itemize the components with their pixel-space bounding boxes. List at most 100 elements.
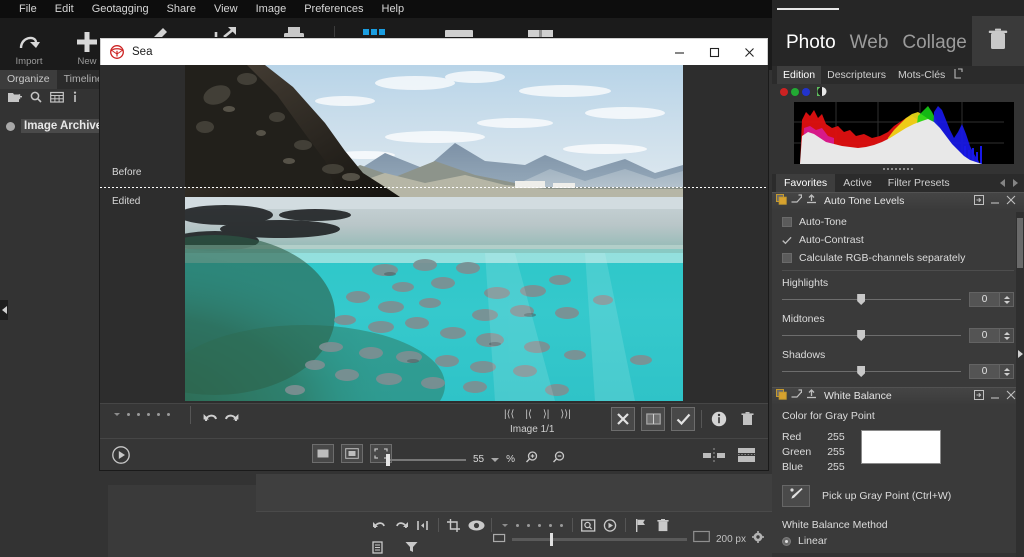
tab-mots-cles[interactable]: Mots-Clés bbox=[892, 66, 951, 84]
add-folder-icon[interactable] bbox=[8, 90, 22, 108]
slideshow-play-button[interactable] bbox=[110, 445, 132, 465]
luminance-toggle-icon[interactable] bbox=[817, 83, 831, 101]
viewer-info-button[interactable] bbox=[708, 409, 730, 429]
reject-cross-button[interactable] bbox=[611, 407, 635, 431]
menu-item-share[interactable]: Share bbox=[158, 0, 205, 18]
rating-dot[interactable] bbox=[147, 413, 150, 416]
compare-button[interactable] bbox=[641, 407, 665, 431]
save-preset-icon[interactable] bbox=[806, 192, 817, 210]
menu-item-view[interactable]: View bbox=[205, 0, 247, 18]
viewer-redo-button[interactable] bbox=[220, 408, 242, 428]
viewer-title-bar[interactable]: Sea bbox=[100, 38, 768, 65]
nav-first-button[interactable]: |⟨⟨ bbox=[504, 409, 514, 420]
slider-knob[interactable] bbox=[857, 366, 866, 377]
thumbnail-strip[interactable] bbox=[256, 474, 772, 516]
expand-icon[interactable] bbox=[974, 192, 984, 210]
close-icon[interactable] bbox=[1006, 387, 1016, 405]
calendar-icon[interactable] bbox=[50, 90, 64, 108]
menu-item-preferences[interactable]: Preferences bbox=[295, 0, 372, 18]
paste-settings-icon[interactable] bbox=[791, 192, 803, 210]
stepper-down-icon[interactable] bbox=[1003, 300, 1010, 304]
stepper-arrows[interactable] bbox=[1000, 328, 1014, 343]
chevron-right-icon[interactable] bbox=[1013, 179, 1018, 187]
zoom-out-icon[interactable] bbox=[552, 450, 566, 469]
fit-actual-button[interactable] bbox=[341, 444, 363, 463]
zoom-value[interactable]: 55 bbox=[473, 454, 484, 465]
rating-dot[interactable] bbox=[137, 413, 140, 416]
rating-dot[interactable] bbox=[157, 413, 160, 416]
thumbnail-size-slider[interactable] bbox=[511, 532, 687, 546]
highlights-value[interactable]: 0 bbox=[969, 292, 1000, 307]
red-channel-dot[interactable] bbox=[780, 88, 788, 96]
filter-header[interactable]: White Balance bbox=[772, 387, 1024, 404]
linear-radio[interactable] bbox=[782, 536, 791, 546]
large-thumb-icon[interactable] bbox=[693, 530, 710, 548]
redo-button[interactable] bbox=[390, 516, 412, 534]
close-button[interactable] bbox=[732, 39, 767, 66]
stepper-up-icon[interactable] bbox=[1003, 295, 1010, 299]
checkbox-row-auto-contrast[interactable]: Auto-Contrast bbox=[782, 234, 1014, 246]
slider-knob[interactable] bbox=[386, 453, 390, 466]
minimize-button[interactable] bbox=[662, 39, 697, 66]
copy-settings-icon[interactable] bbox=[776, 192, 787, 210]
copy-settings-icon[interactable] bbox=[776, 387, 787, 405]
zoom-in-icon[interactable] bbox=[525, 450, 539, 469]
minimize-icon[interactable] bbox=[990, 192, 1000, 210]
menu-item-help[interactable]: Help bbox=[373, 0, 414, 18]
stepper-down-icon[interactable] bbox=[1003, 372, 1010, 376]
list-view-button[interactable] bbox=[368, 538, 390, 556]
viewer-canvas[interactable]: Before Edited bbox=[100, 65, 768, 403]
slider-knob[interactable] bbox=[857, 330, 866, 341]
menu-item-file[interactable]: File bbox=[10, 0, 46, 18]
filter-button[interactable] bbox=[400, 538, 422, 556]
photo-preview[interactable] bbox=[185, 65, 683, 401]
stepper-arrows[interactable] bbox=[1000, 292, 1014, 307]
rating-dot[interactable] bbox=[167, 413, 170, 416]
preview-eye-button[interactable] bbox=[465, 516, 487, 534]
search-icon[interactable] bbox=[30, 90, 42, 108]
scrollbar-thumb[interactable] bbox=[1017, 218, 1023, 268]
rotate-button[interactable] bbox=[412, 516, 434, 534]
expand-icon[interactable] bbox=[974, 387, 984, 405]
chevron-down-icon[interactable] bbox=[491, 457, 500, 462]
auto-contrast-checkbox[interactable] bbox=[782, 235, 792, 245]
pick-gray-point-row[interactable]: Pick up Gray Point (Ctrl+W) bbox=[782, 485, 1014, 507]
method-radio-linear[interactable]: Linear bbox=[782, 535, 1014, 547]
stepper-arrows[interactable] bbox=[1000, 364, 1014, 379]
zoom-slider[interactable] bbox=[386, 453, 466, 466]
rating-dots[interactable] bbox=[114, 413, 170, 416]
midtones-value[interactable]: 0 bbox=[969, 328, 1000, 343]
tree-node-image-archive[interactable]: Image Archive bbox=[0, 117, 108, 135]
highlights-slider[interactable] bbox=[782, 294, 961, 305]
gray-point-color-swatch[interactable] bbox=[860, 430, 941, 464]
before-after-split-line[interactable] bbox=[100, 187, 768, 188]
info-icon[interactable] bbox=[72, 90, 78, 108]
nav-prev-button[interactable]: |⟨ bbox=[525, 409, 532, 420]
stepper-up-icon[interactable] bbox=[1003, 367, 1010, 371]
auto-tone-checkbox[interactable] bbox=[782, 217, 792, 227]
chevron-left-icon[interactable] bbox=[1000, 179, 1005, 187]
paste-settings-icon[interactable] bbox=[791, 387, 803, 405]
tab-active[interactable]: Active bbox=[835, 174, 880, 192]
tab-edition[interactable]: Edition bbox=[777, 66, 822, 84]
mode-tab-photo[interactable]: Photo bbox=[786, 32, 836, 66]
fit-window-button[interactable] bbox=[312, 444, 334, 463]
highlights-stepper[interactable]: 0 bbox=[969, 292, 1014, 307]
mode-tab-web[interactable]: Web bbox=[850, 32, 889, 66]
undo-button[interactable] bbox=[368, 516, 390, 534]
crop-button[interactable] bbox=[443, 516, 465, 534]
minimize-icon[interactable] bbox=[990, 387, 1000, 405]
menu-item-geotagging[interactable]: Geotagging bbox=[83, 0, 158, 18]
maximize-button[interactable] bbox=[697, 39, 732, 66]
save-preset-icon[interactable] bbox=[806, 387, 817, 405]
mode-tab-collage[interactable]: Collage bbox=[902, 32, 966, 66]
slider-knob[interactable] bbox=[549, 532, 553, 546]
midtones-slider[interactable] bbox=[782, 330, 961, 341]
left-panel-collapse-handle[interactable] bbox=[0, 300, 8, 320]
split-vertical-icon[interactable] bbox=[737, 447, 756, 468]
filter-header[interactable]: Auto Tone Levels bbox=[772, 192, 1024, 209]
viewer-undo-button[interactable] bbox=[200, 408, 222, 428]
rating-dot[interactable] bbox=[127, 413, 130, 416]
split-horizontal-icon[interactable] bbox=[703, 447, 727, 468]
stepper-up-icon[interactable] bbox=[1003, 331, 1010, 335]
